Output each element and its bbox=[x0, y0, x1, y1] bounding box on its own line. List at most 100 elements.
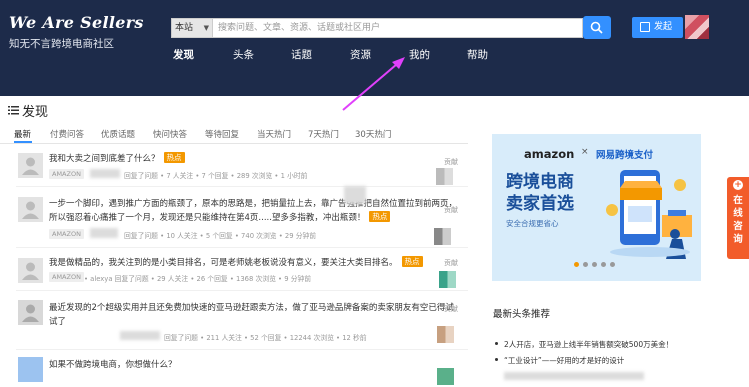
post-button[interactable]: 发起 bbox=[632, 17, 683, 38]
online-consult-button[interactable]: + 在线咨询 bbox=[727, 177, 749, 259]
contributors-label: 贡献 bbox=[444, 206, 458, 214]
avatar[interactable] bbox=[18, 300, 43, 325]
carousel-dot[interactable] bbox=[601, 262, 606, 267]
topic-tag[interactable]: AMAZON bbox=[49, 272, 84, 282]
news-item-text: 2人开店，亚马逊上线半年销售额突破500万美金！ bbox=[504, 340, 674, 349]
bullet-icon bbox=[495, 342, 498, 345]
hot-badge: 热点 bbox=[163, 152, 185, 163]
question-title-line-2: 所以强忍着心痛推了一个月，发现还是只能维持在第4页.....望多多指教，冲出瓶颈… bbox=[49, 211, 457, 225]
nav-resources[interactable]: 资源 bbox=[350, 47, 371, 62]
contributor-avatar[interactable] bbox=[436, 168, 453, 185]
contributors-label: 贡献 bbox=[444, 259, 458, 267]
hot-badge: 热点 bbox=[369, 211, 391, 222]
top-header: We Are Sellers 知无不言跨境电商社区 本站 ▼ 搜索问题、文章、资源… bbox=[0, 0, 749, 96]
carousel-dot[interactable] bbox=[574, 262, 579, 267]
search-icon bbox=[590, 21, 603, 34]
user-name[interactable] bbox=[90, 228, 118, 238]
nav-mine[interactable]: 我的 bbox=[409, 47, 430, 62]
tab-awaiting-reply[interactable]: 等待回复 bbox=[205, 128, 239, 140]
tab-paid-qa[interactable]: 付费问答 bbox=[50, 128, 84, 140]
divider bbox=[16, 349, 468, 350]
user-icon bbox=[22, 201, 39, 219]
user-name[interactable] bbox=[120, 331, 160, 340]
site-slogan: 知无不言跨境电商社区 bbox=[9, 38, 114, 50]
user-icon bbox=[22, 304, 39, 322]
question-title[interactable]: 最近发现的2个超级实用并且还免费加快速的亚马逊赶跟卖方法，做了亚马逊品牌备案的卖… bbox=[49, 301, 454, 329]
user-avatar[interactable] bbox=[685, 15, 709, 39]
plus-icon: + bbox=[733, 180, 743, 190]
tab-hot-30days[interactable]: 30天热门 bbox=[355, 128, 391, 140]
nav-topics[interactable]: 话题 bbox=[291, 47, 312, 62]
search-input[interactable]: 搜索问题、文章、资源、话题或社区用户 bbox=[213, 18, 583, 38]
avatar[interactable] bbox=[18, 153, 43, 178]
question-meta: • alexya 回复了问题 • 29 人关注 • 26 个回复 • 1368 … bbox=[84, 275, 312, 283]
promo-banner[interactable]: amazon × 网易跨境支付 跨境电商 卖家首选 安全合规更省心 bbox=[492, 134, 701, 281]
search-scope-select[interactable]: 本站 ▼ bbox=[171, 18, 213, 38]
tab-hot-7days[interactable]: 7天热门 bbox=[308, 128, 339, 140]
tab-latest[interactable]: 最新 bbox=[14, 128, 31, 140]
news-item[interactable]: 2人开店，亚马逊上线半年销售额突破500万美金！ bbox=[495, 339, 673, 350]
user-icon bbox=[22, 157, 39, 175]
tab-hot-today[interactable]: 当天热门 bbox=[257, 128, 291, 140]
carousel-dot[interactable] bbox=[592, 262, 597, 267]
user-name[interactable] bbox=[90, 169, 120, 178]
contributor-avatar[interactable] bbox=[439, 271, 456, 288]
question-title-line: 一步一个脚印，遇到推广方面的瓶颈了，原本的思路是，把销量拉上去，靠广告强推把自然… bbox=[49, 199, 458, 209]
question-meta: 回复了问题 • 7 人关注 • 7 个回复 • 289 次浏览 • 1 小时前 bbox=[124, 172, 308, 180]
edit-icon bbox=[640, 22, 650, 32]
contributor-avatar[interactable] bbox=[437, 326, 454, 343]
question-title-line-2: 试了 bbox=[49, 317, 67, 327]
site-logo[interactable]: We Are Sellers bbox=[9, 13, 144, 32]
banner-tagline: 安全合规更省心 bbox=[506, 219, 559, 228]
question-meta: 回复了问题 • 10 人关注 • 5 个回复 • 740 次浏览 • 29 分钟… bbox=[124, 232, 317, 240]
question-title[interactable]: 一步一个脚印，遇到推广方面的瓶颈了，原本的思路是，把销量拉上去，靠广告强推把自然… bbox=[49, 197, 457, 225]
times-sign: × bbox=[581, 147, 589, 157]
news-item[interactable]: “工业设计”——好用的才是好的设计 bbox=[495, 355, 624, 366]
blurred-image bbox=[344, 186, 366, 204]
user-icon bbox=[22, 262, 39, 280]
question-title-text: 所以强忍着心痛推了一个月，发现还是只能维持在第4页.....望多多指教，冲出瓶颈… bbox=[49, 213, 366, 223]
contributor-avatar[interactable] bbox=[434, 228, 451, 245]
filter-tabs: 最新 付费问答 优质话题 快问快答 等待回复 当天热门 7天热门 30天热门 bbox=[0, 126, 468, 144]
online-consult-label: 在线咨询 bbox=[733, 195, 743, 245]
page-title: 发现 bbox=[22, 105, 49, 120]
question-title-line: 最近发现的2个超级实用并且还免费加快速的亚马逊赶跟卖方法，做了亚马逊品牌备案的卖… bbox=[49, 303, 454, 313]
question-title-text: 我是做精品的，我关注到的是小类目排名，可是老师姚老板说没有意义，要关注大类目排名… bbox=[49, 258, 398, 268]
avatar[interactable] bbox=[18, 197, 43, 222]
divider bbox=[16, 247, 468, 248]
question-meta: 回复了问题 • 211 人关注 • 52 个回复 • 12244 次浏览 • 1… bbox=[164, 334, 367, 342]
search-button[interactable] bbox=[583, 16, 611, 39]
divider bbox=[16, 186, 468, 187]
bullet-icon bbox=[495, 358, 498, 361]
banner-headline-2: 卖家首选 bbox=[506, 194, 574, 214]
netease-pay-logo: 网易跨境支付 bbox=[596, 150, 654, 161]
avatar[interactable] bbox=[18, 258, 43, 283]
carousel-dot[interactable] bbox=[583, 262, 588, 267]
contributor-avatar[interactable] bbox=[437, 368, 454, 385]
nav-discover[interactable]: 发现 bbox=[173, 47, 194, 62]
section-title: 最新头条推荐 bbox=[493, 309, 551, 320]
news-item[interactable] bbox=[504, 372, 644, 380]
contributors-label: 贡献 bbox=[444, 305, 458, 313]
nav-help[interactable]: 帮助 bbox=[467, 47, 488, 62]
shop-illustration bbox=[606, 170, 692, 259]
question-title[interactable]: 我是做精品的，我关注到的是小类目排名，可是老师姚老板说没有意义，要关注大类目排名… bbox=[49, 256, 423, 270]
nav-headlines[interactable]: 头条 bbox=[233, 47, 254, 62]
list-icon bbox=[8, 106, 19, 115]
carousel-dot[interactable] bbox=[610, 262, 615, 267]
question-title[interactable]: 我和大卖之间到底差了什么？ 热点 bbox=[49, 152, 185, 166]
topic-tag[interactable]: AMAZON bbox=[49, 169, 84, 179]
contributors-label: 贡献 bbox=[444, 158, 458, 166]
avatar[interactable] bbox=[18, 357, 43, 382]
tab-quality-topics[interactable]: 优质话题 bbox=[101, 128, 135, 140]
hot-badge: 热点 bbox=[401, 256, 423, 267]
chevron-down-icon: ▼ bbox=[203, 24, 209, 32]
question-title[interactable]: 如果不做跨境电商，你想做什么？ bbox=[49, 358, 177, 372]
amazon-logo: amazon bbox=[524, 147, 575, 161]
divider bbox=[16, 290, 468, 291]
active-tab-indicator bbox=[14, 141, 32, 143]
post-label: 发起 bbox=[654, 22, 673, 32]
tab-quick-qa[interactable]: 快问快答 bbox=[153, 128, 187, 140]
search-scope-value: 本站 bbox=[175, 23, 194, 33]
topic-tag[interactable]: AMAZON bbox=[49, 229, 84, 239]
